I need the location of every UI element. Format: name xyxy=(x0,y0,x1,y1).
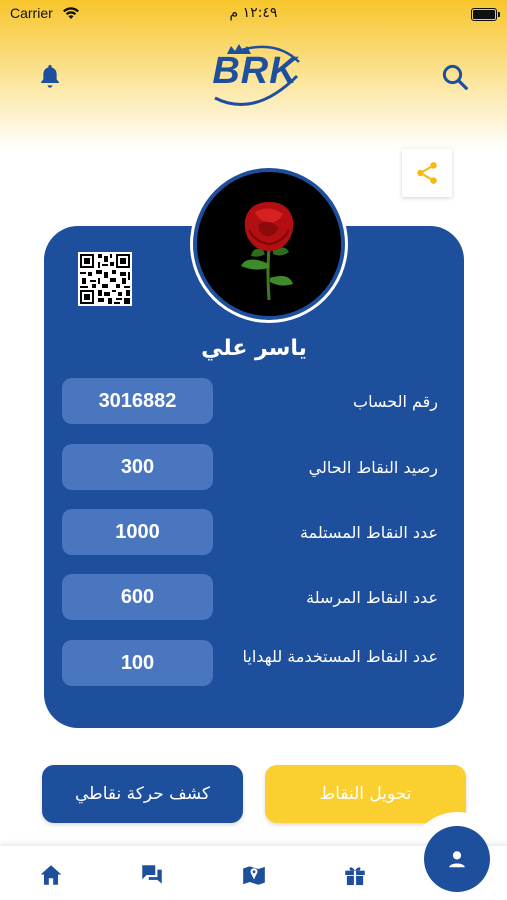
map-icon[interactable] xyxy=(241,862,267,888)
info-row-used: 100 عدد النقاط المستخدمة للهدايا xyxy=(44,640,464,686)
transfer-points-button[interactable]: تحويل النقاط xyxy=(265,765,466,823)
received-points-value: 1000 xyxy=(62,509,213,555)
gift-icon[interactable] xyxy=(342,862,368,888)
info-row-account: 3016882 رقم الحساب xyxy=(44,378,464,424)
info-row-received: 1000 عدد النقاط المستلمة xyxy=(44,509,464,555)
current-points-value: 300 xyxy=(62,444,213,490)
share-button[interactable] xyxy=(402,149,452,197)
sent-points-label: عدد النقاط المرسلة xyxy=(306,587,438,607)
account-number-label: رقم الحساب xyxy=(353,391,438,411)
status-time: ١٢:٤٩ م xyxy=(229,5,278,21)
home-icon[interactable] xyxy=(38,862,64,888)
profile-tab-button[interactable] xyxy=(424,826,490,892)
avatar[interactable] xyxy=(190,165,348,323)
used-points-label: عدد النقاط المستخدمة للهدايا xyxy=(242,647,438,666)
current-points-label: رصيد النقاط الحالي xyxy=(308,457,438,477)
brk-logo: BRK xyxy=(205,40,305,112)
info-row-sent: 600 عدد النقاط المرسلة xyxy=(44,574,464,620)
bell-icon[interactable] xyxy=(36,62,64,90)
info-row-balance: 300 رصيد النقاط الحالي xyxy=(44,444,464,490)
user-name: ياسر علي xyxy=(201,336,307,361)
battery-icon xyxy=(471,8,500,21)
qr-code[interactable] xyxy=(78,252,132,306)
search-icon[interactable] xyxy=(440,62,470,92)
chat-icon[interactable] xyxy=(139,862,165,888)
received-points-label: عدد النقاط المستلمة xyxy=(300,522,438,542)
sent-points-value: 600 xyxy=(62,574,213,620)
points-statement-button[interactable]: كشف حركة نقاطي xyxy=(42,765,243,823)
logo-text: BRK xyxy=(212,50,298,92)
profile-icon xyxy=(449,851,465,868)
status-bar: Carrier ١٢:٤٩ م xyxy=(0,0,507,30)
account-number-value: 3016882 xyxy=(62,378,213,424)
avatar-image xyxy=(193,168,345,320)
share-icon xyxy=(417,162,437,184)
used-points-value: 100 xyxy=(62,640,213,686)
